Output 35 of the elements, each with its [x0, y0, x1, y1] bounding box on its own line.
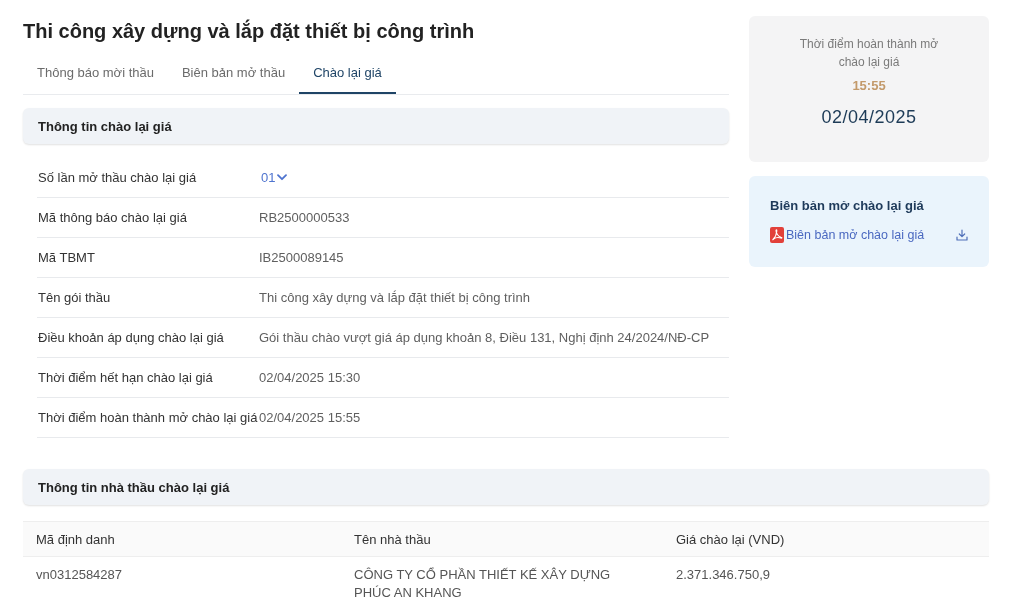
field-label: Điều khoản áp dụng chào lại giá	[38, 330, 225, 345]
section-title: Thông tin nhà thầu chào lại giá	[38, 479, 230, 495]
field-label: Mã thông báo chào lại giá	[38, 210, 188, 225]
tab[interactable]: Thông báo mời thầu	[23, 52, 168, 94]
tab[interactable]: Biên bản mở thầu	[167, 52, 300, 94]
field-value: Thi công xây dựng và lắp đặt thiết bị công trình	[259, 290, 531, 305]
field-value: RB2500000533	[259, 210, 350, 225]
field-value: IB2500089145	[259, 250, 344, 265]
tab[interactable]: Chào lại giá	[299, 52, 396, 94]
pdf-file-icon	[770, 227, 784, 243]
card-title: Biên bản mở chào lại giá	[770, 197, 925, 215]
column-header: Giá chào lại (VND)	[663, 521, 989, 557]
table-cell: CÔNG TY CỔ PHẦN THIẾT KẾ XÂY DỰNG PHÚC AN KHANG	[341, 556, 663, 609]
download-icon	[956, 229, 968, 241]
chevron-down-icon	[277, 174, 288, 181]
field-value: 02/04/2025 15:30	[259, 370, 361, 385]
round-dropdown[interactable]: 01	[259, 170, 288, 185]
field-label: Mã TBMT	[38, 250, 96, 265]
download-button[interactable]	[955, 228, 969, 242]
field-value: 02/04/2025 15:55	[259, 410, 361, 425]
card-label: Thời điểm hoàn thành mở chào lại giá	[798, 36, 940, 71]
field-label: Số lần mở thầu chào lại giá	[38, 170, 198, 185]
field-label: Tên gói thầu	[38, 290, 112, 305]
table-cell: 2.371.346.750,9	[663, 556, 989, 609]
completion-date: 02/04/2025	[821, 106, 917, 129]
page-title: Thi công xây dựng và lắp đặt thiết bị công trình	[23, 18, 476, 44]
column-header: Tên nhà thầu	[341, 521, 663, 557]
column-header: Mã định danh	[23, 521, 341, 557]
field-value: Gói thầu chào vượt giá áp dụng khoản 8, Điều 131, Nghị định 24/2024/NĐ-CP	[259, 330, 710, 345]
completion-time: 15:55	[852, 77, 886, 95]
file-link[interactable]: Biên bản mở chào lại giá	[770, 227, 925, 243]
field-label: Thời điểm hoàn thành mở chào lại giá	[38, 410, 259, 425]
section-title: Thông tin chào lại giá	[38, 118, 172, 134]
field-label: Thời điểm hết hạn chào lại giá	[38, 370, 214, 385]
table-cell: vn0312584287	[23, 556, 341, 609]
